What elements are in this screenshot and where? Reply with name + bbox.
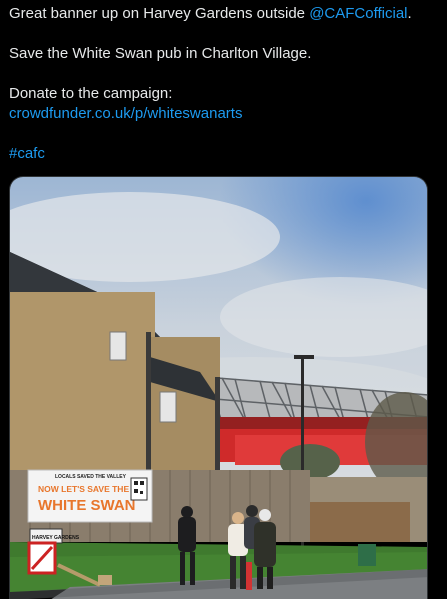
hashtag-link[interactable]: #cafc <box>9 145 45 162</box>
banner-line-1: NOW LET'S SAVE THE <box>38 484 129 494</box>
tweet-line-2: Save the White Swan pub in Charlton Vill… <box>9 45 312 62</box>
tweet-text: Great banner up on Harvey Gardens outsid… <box>9 4 439 164</box>
tweet-line-3: Donate to the campaign: <box>9 85 173 102</box>
photo-scene: LOCALS SAVED THE VALLEY NOW LET'S SAVE T… <box>10 177 427 599</box>
tweet-line-1: Great banner up on Harvey Gardens outsid… <box>9 4 439 24</box>
mention-link[interactable]: @CAFCofficial <box>309 5 407 22</box>
donation-link[interactable]: crowdfunder.co.uk/p/whiteswanarts <box>9 105 242 122</box>
litter-bin <box>358 544 376 566</box>
save-white-swan-banner: LOCALS SAVED THE VALLEY NOW LET'S SAVE T… <box>27 469 153 523</box>
tweet-photo[interactable]: LOCALS SAVED THE VALLEY NOW LET'S SAVE T… <box>9 176 428 599</box>
tweet-line-1-prefix: Great banner up on Harvey Gardens outsid… <box>9 5 310 22</box>
banner-line-2: WHITE SWAN <box>38 497 136 514</box>
banner-small-text: LOCALS SAVED THE VALLEY <box>55 474 127 480</box>
tweet-line-1-suffix: . <box>407 5 412 22</box>
street-sign-text: HARVEY GARDENS <box>32 535 80 541</box>
